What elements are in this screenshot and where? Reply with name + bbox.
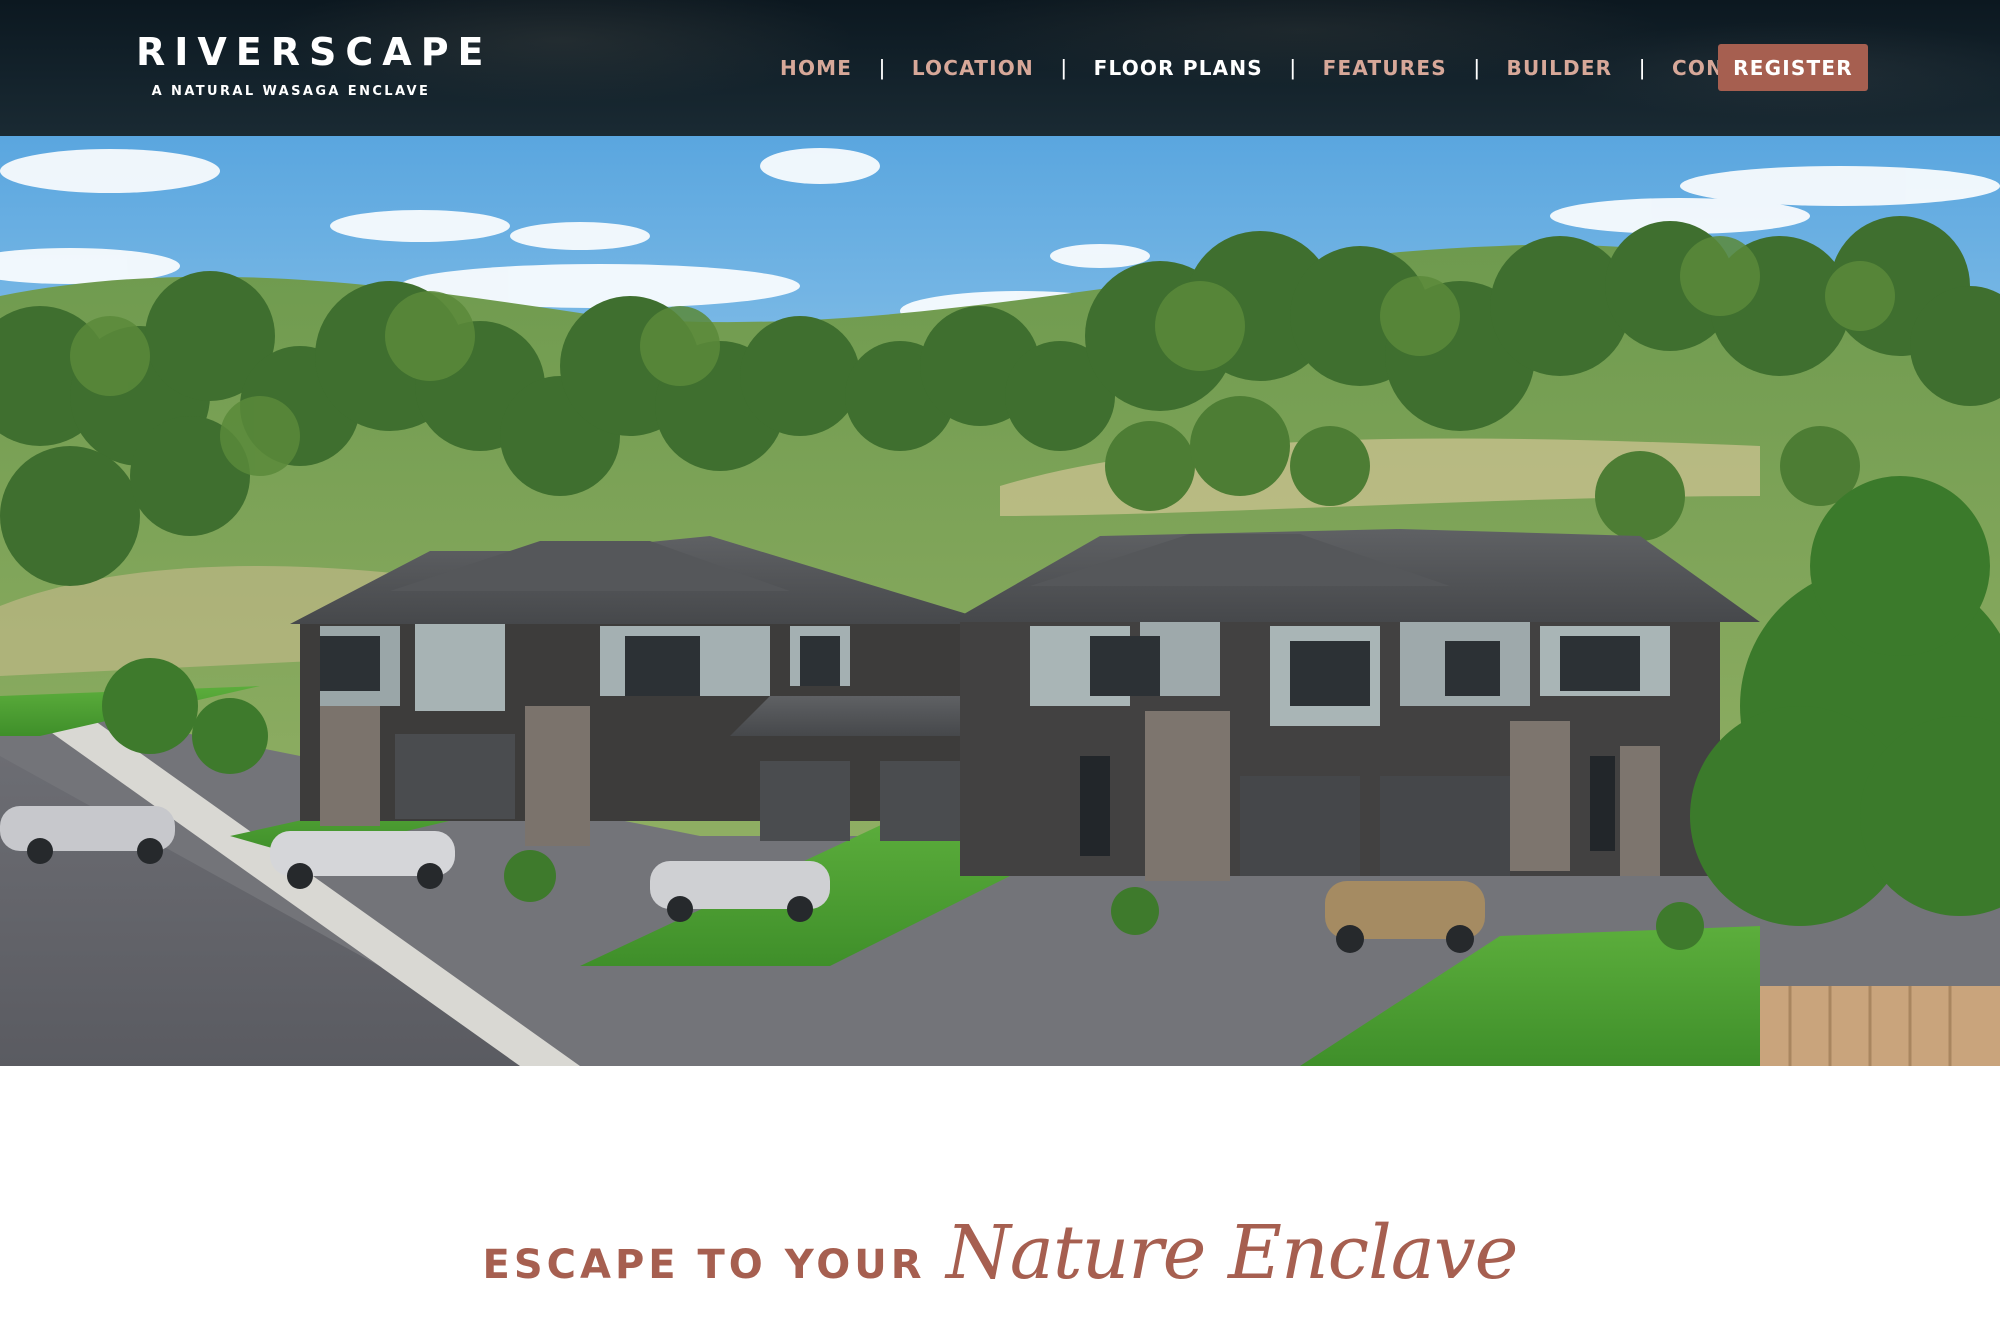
nav-separator: |	[1473, 55, 1480, 80]
site-logo[interactable]: RIVERSCAPE A NATURAL WASAGA ENCLAVE	[136, 30, 493, 99]
intro-kicker: ESCAPE TO YOUR	[482, 1242, 926, 1288]
nav-separator: |	[879, 55, 885, 80]
main-nav: HOME | LOCATION | FLOOR PLANS | FEATURES…	[780, 54, 1785, 82]
nav-features[interactable]: FEATURES	[1323, 54, 1447, 82]
register-button[interactable]: REGISTER	[1718, 44, 1868, 91]
site-header: RIVERSCAPE A NATURAL WASAGA ENCLAVE HOME…	[0, 0, 2000, 136]
nav-home[interactable]: HOME	[780, 54, 852, 82]
logo-title: RIVERSCAPE	[136, 30, 493, 74]
townhome-block-right	[950, 529, 1760, 881]
nav-builder[interactable]: BUILDER	[1507, 54, 1613, 82]
nav-floor-plans[interactable]: FLOOR PLANS	[1094, 54, 1263, 82]
nav-separator: |	[1289, 55, 1296, 80]
logo-tagline: A NATURAL WASAGA ENCLAVE	[151, 84, 431, 99]
intro-heading: ESCAPE TO YOUR Nature Enclave	[0, 1210, 2000, 1296]
nav-location[interactable]: LOCATION	[912, 54, 1034, 82]
wood-fence	[1760, 986, 2000, 1066]
nav-separator: |	[1060, 55, 1067, 80]
nav-separator: |	[1639, 55, 1645, 80]
hero-image	[0, 136, 2000, 1066]
intro-headline: Nature Enclave	[946, 1210, 1518, 1296]
townhome-rendering	[0, 136, 2000, 1066]
